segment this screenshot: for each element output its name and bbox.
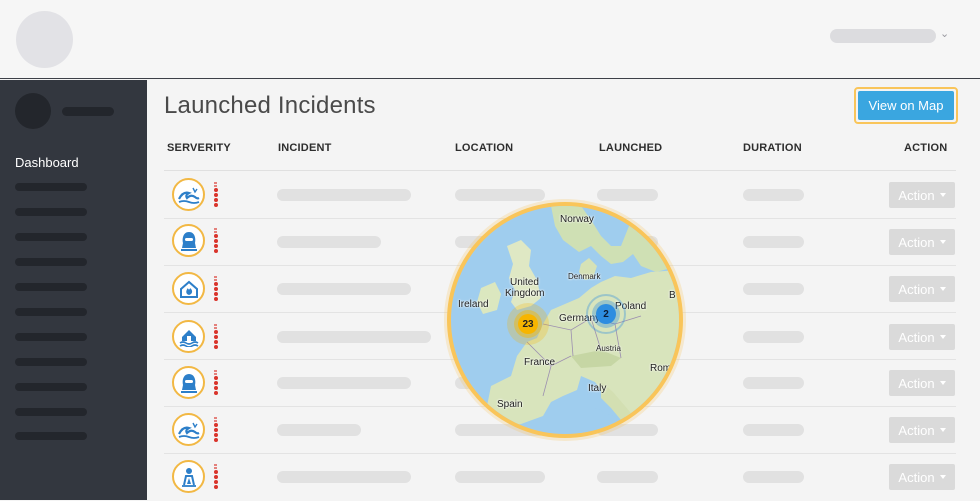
map-label-ireland: Ireland xyxy=(458,299,489,310)
avatar[interactable] xyxy=(15,93,51,129)
header-divider xyxy=(164,170,956,171)
chevron-down-icon[interactable]: ⌄ xyxy=(940,27,949,40)
sidebar: Dashboard xyxy=(0,80,147,500)
duration-placeholder xyxy=(743,283,804,295)
sidebar-item[interactable] xyxy=(15,308,87,316)
location-placeholder xyxy=(455,189,545,201)
duration-placeholder xyxy=(743,471,804,483)
duration-placeholder xyxy=(743,236,804,248)
sidebar-item[interactable] xyxy=(15,208,87,216)
cluster-marker-23[interactable]: 23 xyxy=(518,314,538,334)
top-bar: ⌄ xyxy=(0,0,980,79)
action-dropdown[interactable]: Action xyxy=(889,182,955,208)
sidebar-item[interactable] xyxy=(15,358,87,366)
sidebar-item[interactable] xyxy=(15,183,87,191)
sidebar-item[interactable] xyxy=(15,408,87,416)
action-dropdown[interactable]: Action xyxy=(889,370,955,396)
severity-meter xyxy=(214,324,220,350)
map-label-norway: Norway xyxy=(560,214,594,225)
user-name-placeholder xyxy=(62,107,114,116)
map-label-united: United xyxy=(510,277,539,288)
duration-placeholder xyxy=(743,331,804,343)
hooded-person-icon xyxy=(172,224,205,257)
map-label-denmark: Denmark xyxy=(568,272,601,281)
action-dropdown[interactable]: Action xyxy=(889,464,955,490)
severity-meter xyxy=(214,417,220,443)
house-flood-icon xyxy=(172,320,205,353)
column-header-launched[interactable]: LAUNCHED xyxy=(599,142,662,154)
column-header-duration[interactable]: DURATION xyxy=(743,142,802,154)
table-row[interactable]: Action xyxy=(164,454,956,501)
column-header-severity[interactable]: SERVERITY xyxy=(167,142,231,154)
severity-meter xyxy=(214,464,220,490)
sidebar-item[interactable] xyxy=(15,333,87,341)
sidebar-item[interactable] xyxy=(15,383,87,391)
column-header-action[interactable]: ACTION xyxy=(904,142,947,154)
map-label-italy: Italy xyxy=(588,383,607,394)
sidebar-item[interactable] xyxy=(15,432,87,440)
severity-meter xyxy=(214,182,220,208)
incident-placeholder xyxy=(277,377,411,389)
tsunami-icon xyxy=(172,413,205,446)
logo-placeholder xyxy=(16,11,73,68)
incident-placeholder xyxy=(277,283,411,295)
map-label-rom: Rom xyxy=(650,363,672,374)
severity-meter xyxy=(214,228,220,254)
sidebar-item[interactable] xyxy=(15,283,87,291)
person-alert-icon xyxy=(172,460,205,493)
map-label-kingdom: Kingdom xyxy=(505,288,545,299)
map-label-france: France xyxy=(524,357,556,368)
house-fire-icon xyxy=(172,272,205,305)
action-dropdown[interactable]: Action xyxy=(889,324,955,350)
user-menu[interactable] xyxy=(830,29,936,43)
incident-placeholder xyxy=(277,189,411,201)
incident-placeholder xyxy=(277,331,431,343)
map-label-austria: Austria xyxy=(596,344,621,353)
incident-placeholder xyxy=(277,471,411,483)
duration-placeholder xyxy=(743,424,804,436)
duration-placeholder xyxy=(743,377,804,389)
tsunami-icon xyxy=(172,178,205,211)
action-dropdown[interactable]: Action xyxy=(889,229,955,255)
duration-placeholder xyxy=(743,189,804,201)
map-label-spain: Spain xyxy=(497,399,523,410)
page-title: Launched Incidents xyxy=(164,92,376,119)
map-label-b: B xyxy=(669,290,676,301)
action-dropdown[interactable]: Action xyxy=(889,276,955,302)
severity-meter xyxy=(214,276,220,302)
sidebar-item[interactable] xyxy=(15,233,87,241)
column-header-location[interactable]: LOCATION xyxy=(455,142,513,154)
location-placeholder xyxy=(455,471,545,483)
view-on-map-button[interactable]: View on Map xyxy=(858,91,954,120)
incident-placeholder xyxy=(277,236,381,248)
incident-placeholder xyxy=(277,424,361,436)
sidebar-item-dashboard[interactable]: Dashboard xyxy=(15,155,79,170)
action-dropdown[interactable]: Action xyxy=(889,417,955,443)
hooded-person-icon xyxy=(172,366,205,399)
launched-placeholder xyxy=(597,189,658,201)
launched-placeholder xyxy=(597,471,658,483)
map-preview[interactable]: Norway Denmark United Kingdom Ireland Ge… xyxy=(447,202,683,438)
severity-meter xyxy=(214,370,220,396)
column-header-incident[interactable]: INCIDENT xyxy=(278,142,332,154)
cluster-marker-2[interactable]: 2 xyxy=(596,304,616,324)
sidebar-item[interactable] xyxy=(15,258,87,266)
